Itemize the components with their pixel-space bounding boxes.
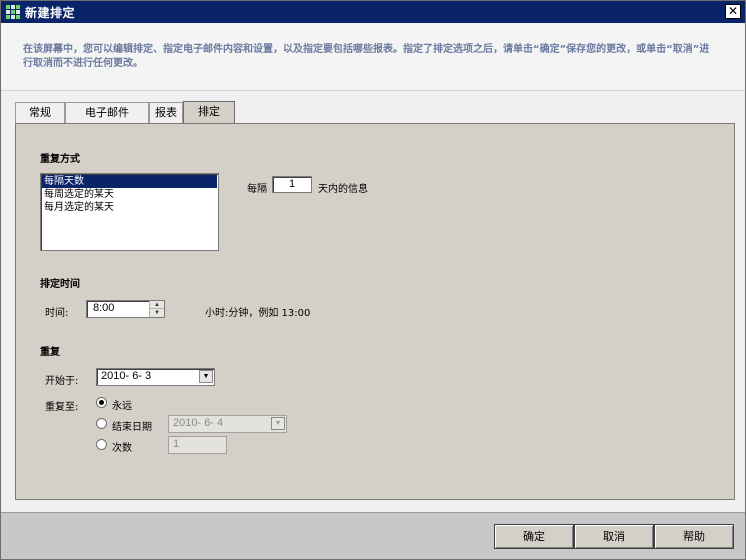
count-label: 次数 xyxy=(112,443,132,454)
schedule-time-section-title: 排定时间 xyxy=(40,279,80,290)
list-item[interactable]: 每隔天数 xyxy=(42,175,217,188)
end-date-value: 2010- 6- 4 xyxy=(173,417,224,429)
count-input[interactable]: 1 xyxy=(168,436,227,454)
tab-email[interactable]: 电子邮件 xyxy=(65,102,149,123)
repeat-section-title: 重复 xyxy=(40,347,60,358)
cancel-button[interactable]: 取消 xyxy=(574,524,654,549)
interval-prefix-label: 每隔 xyxy=(247,184,267,195)
list-item[interactable]: 每月选定的某天 xyxy=(42,201,217,214)
spin-down-icon[interactable]: ▼ xyxy=(150,309,164,317)
repeat-until-label: 重复至: xyxy=(45,402,79,413)
close-button[interactable]: ✕ xyxy=(725,4,741,19)
window-title: 新建排定 xyxy=(25,6,76,20)
radio-count[interactable] xyxy=(96,439,107,450)
forever-label: 永远 xyxy=(112,401,132,412)
radio-forever[interactable] xyxy=(96,397,107,408)
title-bar[interactable]: 新建排定 ✕ xyxy=(1,1,745,23)
chevron-down-icon[interactable]: ▼ xyxy=(271,417,285,430)
time-value: 8:00 xyxy=(93,302,115,314)
list-item[interactable]: 每周选定的某天 xyxy=(42,188,217,201)
start-date-label: 开始于: xyxy=(45,376,79,387)
tab-general[interactable]: 常规 xyxy=(15,102,65,123)
time-label: 时间: xyxy=(45,308,69,319)
end-date-label: 结束日期 xyxy=(112,422,152,433)
chevron-down-icon[interactable]: ▼ xyxy=(199,370,213,383)
tab-reports[interactable]: 报表 xyxy=(149,102,183,123)
recurrence-listbox[interactable]: 每隔天数 每周选定的某天 每月选定的某天 xyxy=(40,173,219,251)
spin-up-icon[interactable]: ▲ xyxy=(150,301,164,309)
app-grid-icon xyxy=(6,5,20,19)
start-date-value: 2010- 6- 3 xyxy=(101,370,152,382)
description-text: 在该屏幕中，您可以编辑排定、指定电子邮件内容和设置，以及指定要包括哪些报表。指定… xyxy=(23,44,710,69)
tab-schedule[interactable]: 排定 xyxy=(183,101,235,123)
time-format-hint: 小时:分钟，例如 13:00 xyxy=(205,308,311,319)
schedule-panel: 重复方式 每隔天数 每周选定的某天 每月选定的某天 每隔 1 天内的信息 排定时… xyxy=(15,123,735,500)
help-button[interactable]: 帮助 xyxy=(654,524,734,549)
time-stepper[interactable]: 8:00 ▲ ▼ xyxy=(86,300,165,318)
ok-button[interactable]: 确定 xyxy=(494,524,574,549)
time-spin-buttons[interactable]: ▲ ▼ xyxy=(149,301,164,317)
close-icon: ✕ xyxy=(727,4,739,18)
end-date-picker[interactable]: 2010- 6- 4 ▼ xyxy=(168,415,287,433)
description-area: 在该屏幕中，您可以编辑排定、指定电子邮件内容和设置，以及指定要包括哪些报表。指定… xyxy=(1,23,745,91)
interval-suffix-label: 天内的信息 xyxy=(318,184,368,195)
radio-end-date[interactable] xyxy=(96,418,107,429)
interval-days-input[interactable]: 1 xyxy=(272,176,312,193)
dialog-window: 新建排定 ✕ 在该屏幕中，您可以编辑排定、指定电子邮件内容和设置，以及指定要包括… xyxy=(0,0,746,560)
button-bar: 确定 取消 帮助 xyxy=(1,512,745,559)
recurrence-section-title: 重复方式 xyxy=(40,154,80,165)
start-date-picker[interactable]: 2010- 6- 3 ▼ xyxy=(96,368,215,386)
